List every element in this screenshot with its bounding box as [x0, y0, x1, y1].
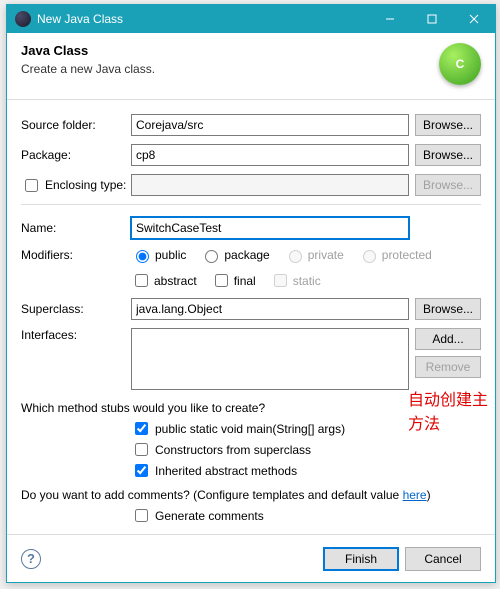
titlebar: New Java Class	[7, 5, 495, 33]
dialog-window: New Java Class Java Class Create a new J…	[6, 4, 496, 583]
class-icon: C	[439, 43, 481, 85]
enclosing-type-browse-button: Browse...	[415, 174, 481, 196]
enclosing-type-checkbox-label[interactable]: Enclosing type:	[21, 176, 131, 195]
maximize-button[interactable]	[411, 5, 453, 33]
header-heading: Java Class	[21, 43, 439, 58]
superclass-browse-button[interactable]: Browse...	[415, 298, 481, 320]
help-button[interactable]: ?	[21, 549, 41, 569]
package-input[interactable]	[131, 144, 409, 166]
source-folder-input[interactable]	[131, 114, 409, 136]
header-sub: Create a new Java class.	[21, 62, 439, 76]
package-label: Package:	[21, 148, 131, 162]
annotation-text: 自动创建主方法	[408, 386, 500, 434]
minimize-button[interactable]	[369, 5, 411, 33]
dialog-footer: ? Finish Cancel	[7, 534, 495, 582]
modifier-private: private	[284, 247, 344, 263]
interfaces-list[interactable]	[131, 328, 409, 390]
name-input[interactable]	[131, 217, 409, 239]
comments-question: Do you want to add comments? (Configure …	[21, 488, 481, 502]
source-folder-label: Source folder:	[21, 118, 131, 132]
modifier-abstract[interactable]: abstract	[131, 271, 197, 290]
modifier-static: static	[270, 271, 321, 290]
dialog-header: Java Class Create a new Java class. C	[7, 33, 495, 100]
modifier-package[interactable]: package	[200, 247, 269, 263]
modifier-public[interactable]: public	[131, 247, 186, 263]
name-label: Name:	[21, 221, 131, 235]
modifiers-label: Modifiers:	[21, 248, 131, 262]
superclass-input[interactable]	[131, 298, 409, 320]
stub-inherited[interactable]: Inherited abstract methods	[131, 461, 481, 480]
cancel-button[interactable]: Cancel	[405, 547, 481, 571]
interfaces-remove-button: Remove	[415, 356, 481, 378]
enclosing-type-checkbox[interactable]	[25, 179, 38, 192]
superclass-label: Superclass:	[21, 302, 131, 316]
finish-button[interactable]: Finish	[323, 547, 399, 571]
interfaces-label: Interfaces:	[21, 328, 131, 342]
stub-constructors[interactable]: Constructors from superclass	[131, 440, 481, 459]
package-browse-button[interactable]: Browse...	[415, 144, 481, 166]
modifier-final[interactable]: final	[211, 271, 256, 290]
enclosing-type-input	[131, 174, 409, 196]
dialog-body: Source folder: Browse... Package: Browse…	[7, 100, 495, 541]
eclipse-icon	[15, 11, 31, 27]
window-title: New Java Class	[37, 12, 369, 26]
source-folder-browse-button[interactable]: Browse...	[415, 114, 481, 136]
close-button[interactable]	[453, 5, 495, 33]
configure-link[interactable]: here	[403, 488, 427, 502]
generate-comments[interactable]: Generate comments	[131, 506, 481, 525]
modifier-protected: protected	[358, 247, 432, 263]
interfaces-add-button[interactable]: Add...	[415, 328, 481, 350]
